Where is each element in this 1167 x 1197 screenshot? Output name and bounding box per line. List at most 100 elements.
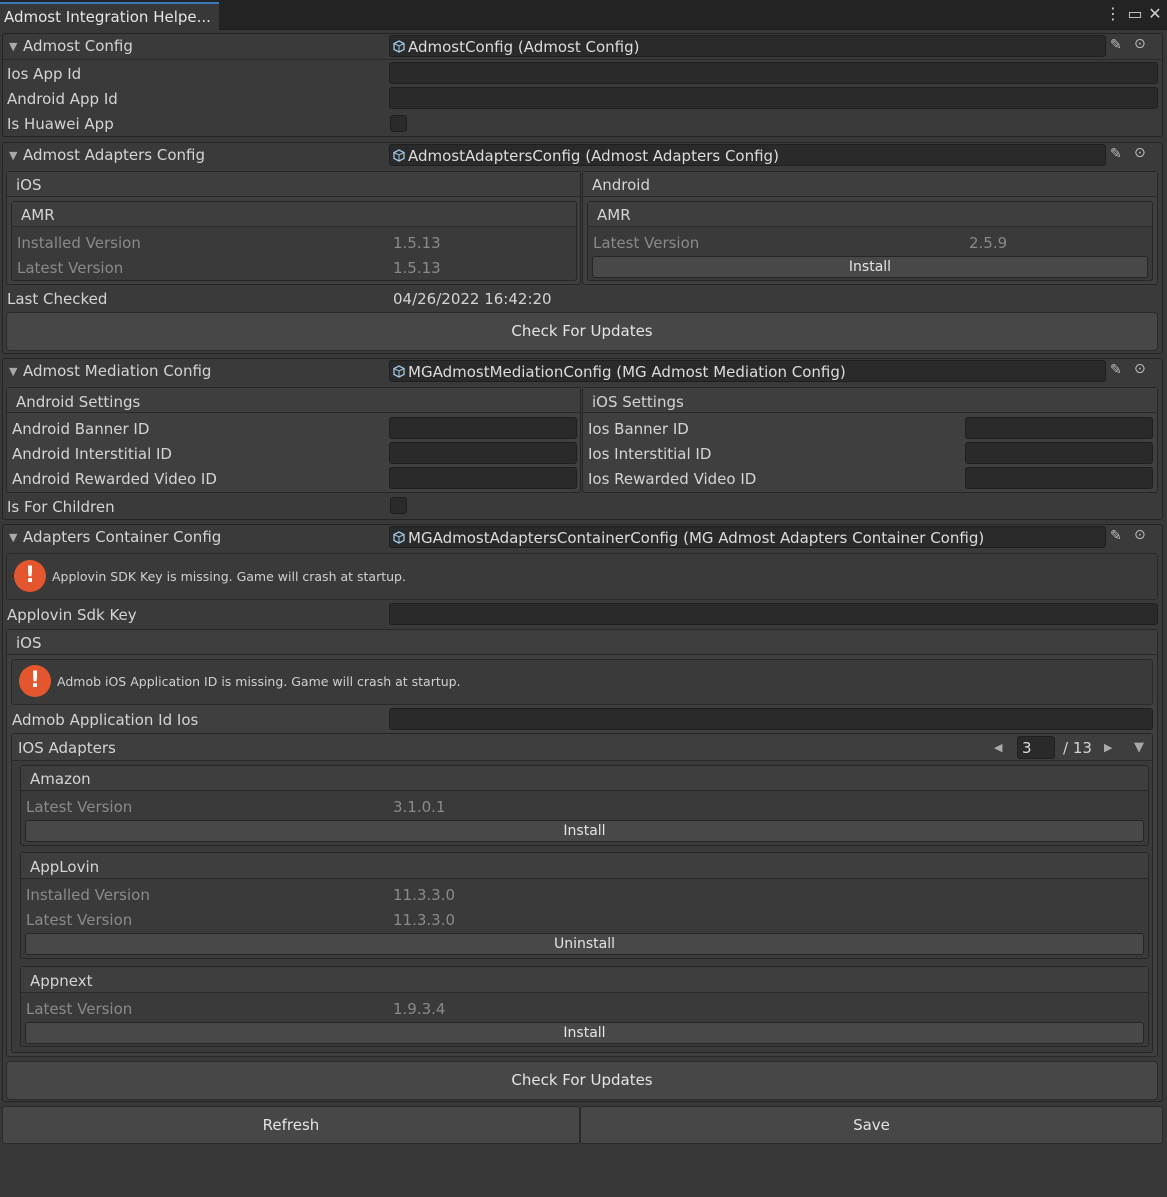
latest-version-value: 11.3.3.0 <box>393 911 456 929</box>
install-button[interactable]: Install <box>25 820 1144 842</box>
check-updates-button[interactable]: Check For Updates <box>6 1061 1158 1100</box>
window-tab[interactable]: Admost Integration Helpe... <box>0 2 219 30</box>
object-picker-icon[interactable]: ⊙ <box>1134 361 1146 377</box>
scriptable-object-icon <box>393 531 405 544</box>
adapter-name: Amazon <box>30 770 91 788</box>
object-picker-icon[interactable]: ⊙ <box>1134 527 1146 543</box>
object-picker-icon[interactable]: ⊙ <box>1134 145 1146 161</box>
warning-icon: ! <box>14 560 46 592</box>
ios-amr-header <box>12 202 576 227</box>
ios-app-id-label: Ios App Id <box>7 65 82 83</box>
page-value: 3 <box>1022 739 1032 757</box>
object-field[interactable]: AdmostAdaptersConfig (Admost Adapters Co… <box>389 144 1106 166</box>
android-panel-header <box>583 172 1157 197</box>
ios-banner-label: Ios Banner ID <box>588 420 689 438</box>
ios-rewarded-input[interactable] <box>965 467 1153 489</box>
latest-version-value: 2.5.9 <box>969 234 1008 252</box>
android-rewarded-input[interactable] <box>389 467 577 489</box>
ios-rewarded-label: Ios Rewarded Video ID <box>588 470 757 488</box>
prev-page-icon[interactable]: ◀ <box>994 741 1002 754</box>
section-title: Admost Config <box>23 37 133 55</box>
latest-version-label: Latest Version <box>26 798 133 816</box>
android-app-id-label: Android App Id <box>7 90 118 108</box>
more-vert-icon[interactable]: ⋮ <box>1103 4 1123 24</box>
check-updates-button[interactable]: Check For Updates <box>6 312 1158 351</box>
installed-version-value: 1.5.13 <box>393 234 441 252</box>
foldout-arrow-icon[interactable]: ▼ <box>9 531 17 544</box>
ios-app-id-input[interactable] <box>389 62 1158 84</box>
object-field-label: AdmostAdaptersConfig (Admost Adapters Co… <box>408 147 779 165</box>
page-total: / 13 <box>1063 739 1092 757</box>
android-amr-title: AMR <box>597 206 631 224</box>
applovin-key-label: Applovin Sdk Key <box>7 606 137 624</box>
section-title: Admost Mediation Config <box>23 362 212 380</box>
scriptable-object-icon <box>393 365 405 378</box>
ios-settings-title: iOS Settings <box>592 393 684 411</box>
save-button[interactable]: Save <box>580 1106 1163 1144</box>
android-settings-title: Android Settings <box>16 393 141 411</box>
android-interstitial-input[interactable] <box>389 442 577 464</box>
ios-interstitial-label: Ios Interstitial ID <box>588 445 712 463</box>
ios-adapters-header <box>12 734 1152 761</box>
ios-container-title: iOS <box>16 634 42 652</box>
applovin-key-input[interactable] <box>389 603 1158 625</box>
object-field[interactable]: MGAdmostAdaptersContainerConfig (MG Admo… <box>389 526 1106 548</box>
ios-panel-header <box>7 172 580 197</box>
ios-adapters-title: IOS Adapters <box>18 739 116 757</box>
latest-version-label: Latest Version <box>17 259 124 277</box>
object-field-label: MGAdmostAdaptersContainerConfig (MG Admo… <box>408 529 985 547</box>
last-checked-label: Last Checked <box>7 290 108 308</box>
ios-interstitial-input[interactable] <box>965 442 1153 464</box>
scriptable-object-icon <box>393 149 405 162</box>
edit-pencil-icon[interactable]: ✎ <box>1110 528 1122 544</box>
android-rewarded-label: Android Rewarded Video ID <box>12 470 217 488</box>
object-field[interactable]: MGAdmostMediationConfig (MG Admost Media… <box>389 360 1106 382</box>
android-banner-label: Android Banner ID <box>12 420 150 438</box>
foldout-arrow-icon[interactable]: ▼ <box>9 365 17 378</box>
latest-version-value: 3.1.0.1 <box>393 798 446 816</box>
is-for-children-label: Is For Children <box>7 498 115 516</box>
ios-banner-input[interactable] <box>965 417 1153 439</box>
latest-version-label: Latest Version <box>593 234 700 252</box>
divider <box>3 59 1162 60</box>
next-page-icon[interactable]: ▶ <box>1104 741 1112 754</box>
ios-amr-title: AMR <box>21 206 55 224</box>
adapter-card-header <box>21 967 1148 993</box>
scriptable-object-icon <box>393 40 405 53</box>
foldout-arrow-icon[interactable]: ▼ <box>9 40 17 53</box>
android-interstitial-label: Android Interstitial ID <box>12 445 172 463</box>
foldout-arrow-icon[interactable]: ▼ <box>9 149 17 162</box>
edit-pencil-icon[interactable]: ✎ <box>1110 362 1122 378</box>
edit-pencil-icon[interactable]: ✎ <box>1110 37 1122 53</box>
refresh-button[interactable]: Refresh <box>2 1106 580 1144</box>
section-title: Adapters Container Config <box>23 528 222 546</box>
object-field-label: AdmostConfig (Admost Config) <box>408 38 640 56</box>
is-for-children-checkbox[interactable] <box>390 497 407 514</box>
adapter-card-header <box>21 853 1148 879</box>
android-banner-input[interactable] <box>389 417 577 439</box>
uninstall-button[interactable]: Uninstall <box>25 933 1144 955</box>
android-amr-header <box>588 202 1152 227</box>
page-input[interactable]: 3 <box>1017 736 1055 759</box>
applovin-warning-text: Applovin SDK Key is missing. Game will c… <box>52 569 406 584</box>
admob-warning-text: Admob iOS Application ID is missing. Gam… <box>57 674 461 689</box>
android-panel-title: Android <box>592 176 650 194</box>
object-field[interactable]: AdmostConfig (Admost Config) <box>389 35 1106 57</box>
install-button[interactable]: Install <box>592 256 1148 278</box>
install-button[interactable]: Install <box>25 1022 1144 1044</box>
android-app-id-input[interactable] <box>389 87 1158 109</box>
is-huawei-checkbox[interactable] <box>390 115 407 132</box>
section-title: Admost Adapters Config <box>23 146 205 164</box>
object-picker-icon[interactable]: ⊙ <box>1134 36 1146 52</box>
maximize-icon[interactable]: ▭ <box>1125 4 1145 24</box>
ios-panel-title: iOS <box>16 176 42 194</box>
admob-id-input[interactable] <box>389 708 1153 730</box>
latest-version-value: 1.5.13 <box>393 259 441 277</box>
edit-pencil-icon[interactable]: ✎ <box>1110 146 1122 162</box>
adapter-name: Appnext <box>30 972 93 990</box>
close-icon[interactable]: ✕ <box>1145 4 1165 24</box>
collapse-arrow-icon[interactable]: ▼ <box>1134 740 1144 755</box>
latest-version-label: Latest Version <box>26 911 133 929</box>
adapter-card-header <box>21 766 1148 791</box>
latest-version-label: Latest Version <box>26 1000 133 1018</box>
